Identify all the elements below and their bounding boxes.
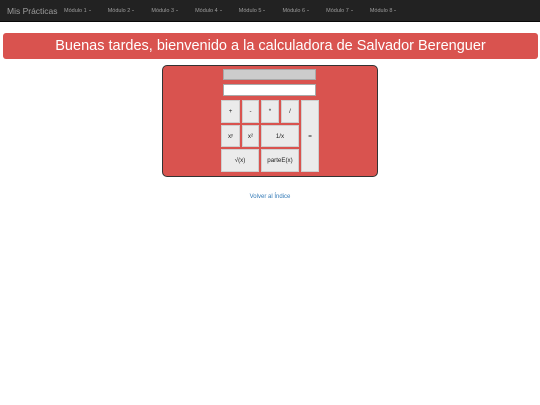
nav-item-modulo-2[interactable]: Módulo 2 xyxy=(108,8,151,14)
nav-item-modulo-1[interactable]: Módulo 1 xyxy=(64,8,107,14)
reciprocal-button[interactable]: 1/x xyxy=(261,125,299,147)
welcome-text: Buenas tardes, bienvenido a la calculado… xyxy=(55,38,486,54)
minus-button[interactable]: - xyxy=(242,100,259,123)
integer-part-button[interactable]: parteE(x) xyxy=(261,149,299,172)
calculator-input[interactable] xyxy=(223,84,316,96)
welcome-banner: Buenas tardes, bienvenido a la calculado… xyxy=(3,33,538,59)
caret-down-icon xyxy=(307,10,310,11)
caret-down-icon xyxy=(132,10,135,11)
square-button[interactable]: x² xyxy=(242,125,259,147)
nav-item-label: Módulo 4 xyxy=(195,7,218,14)
nav-item-label: Módulo 8 xyxy=(369,7,393,14)
power-button[interactable]: xʸ xyxy=(221,125,240,147)
caret-down-icon xyxy=(394,10,397,11)
nav-item-label: Módulo 3 xyxy=(151,7,175,14)
caret-down-icon xyxy=(219,10,222,11)
divide-button[interactable]: / xyxy=(281,100,299,123)
caret-down-icon xyxy=(88,10,91,11)
nav-item-modulo-8[interactable]: Módulo 8 xyxy=(370,8,413,14)
nav-item-modulo-4[interactable]: Módulo 4 xyxy=(195,8,238,14)
nav-item-label: Módulo 1 xyxy=(64,7,87,14)
back-to-index-link[interactable]: Volver al Índice xyxy=(250,194,291,200)
multiply-button[interactable]: * xyxy=(261,100,279,123)
nav-item-modulo-6[interactable]: Módulo 6 xyxy=(282,8,325,14)
sqrt-button[interactable]: √(x) xyxy=(221,149,259,172)
caret-down-icon xyxy=(350,10,353,11)
nav-item-label: Módulo 7 xyxy=(326,7,349,14)
plus-button[interactable]: + xyxy=(221,100,240,123)
calculator-panel: + - * / xʸ x² 1/x = √(x) parteE(x) xyxy=(162,65,378,177)
caret-down-icon xyxy=(176,10,179,11)
nav-item-label: Módulo 2 xyxy=(107,7,131,14)
back-to-index-link-container: Volver al Índice xyxy=(0,194,540,200)
navbar-brand[interactable]: Mis Prácticas xyxy=(0,6,63,16)
calculator-display xyxy=(223,69,316,80)
equals-button[interactable]: = xyxy=(301,100,319,172)
top-navbar: Mis Prácticas Módulo 1 Módulo 2 Módulo 3… xyxy=(0,0,540,22)
nav-item-modulo-3[interactable]: Módulo 3 xyxy=(151,8,194,14)
nav-item-label: Módulo 5 xyxy=(238,7,262,14)
nav-item-modulo-7[interactable]: Módulo 7 xyxy=(326,8,369,14)
nav-item-modulo-5[interactable]: Módulo 5 xyxy=(239,8,282,14)
caret-down-icon xyxy=(263,10,266,11)
nav-item-label: Módulo 6 xyxy=(282,7,306,14)
